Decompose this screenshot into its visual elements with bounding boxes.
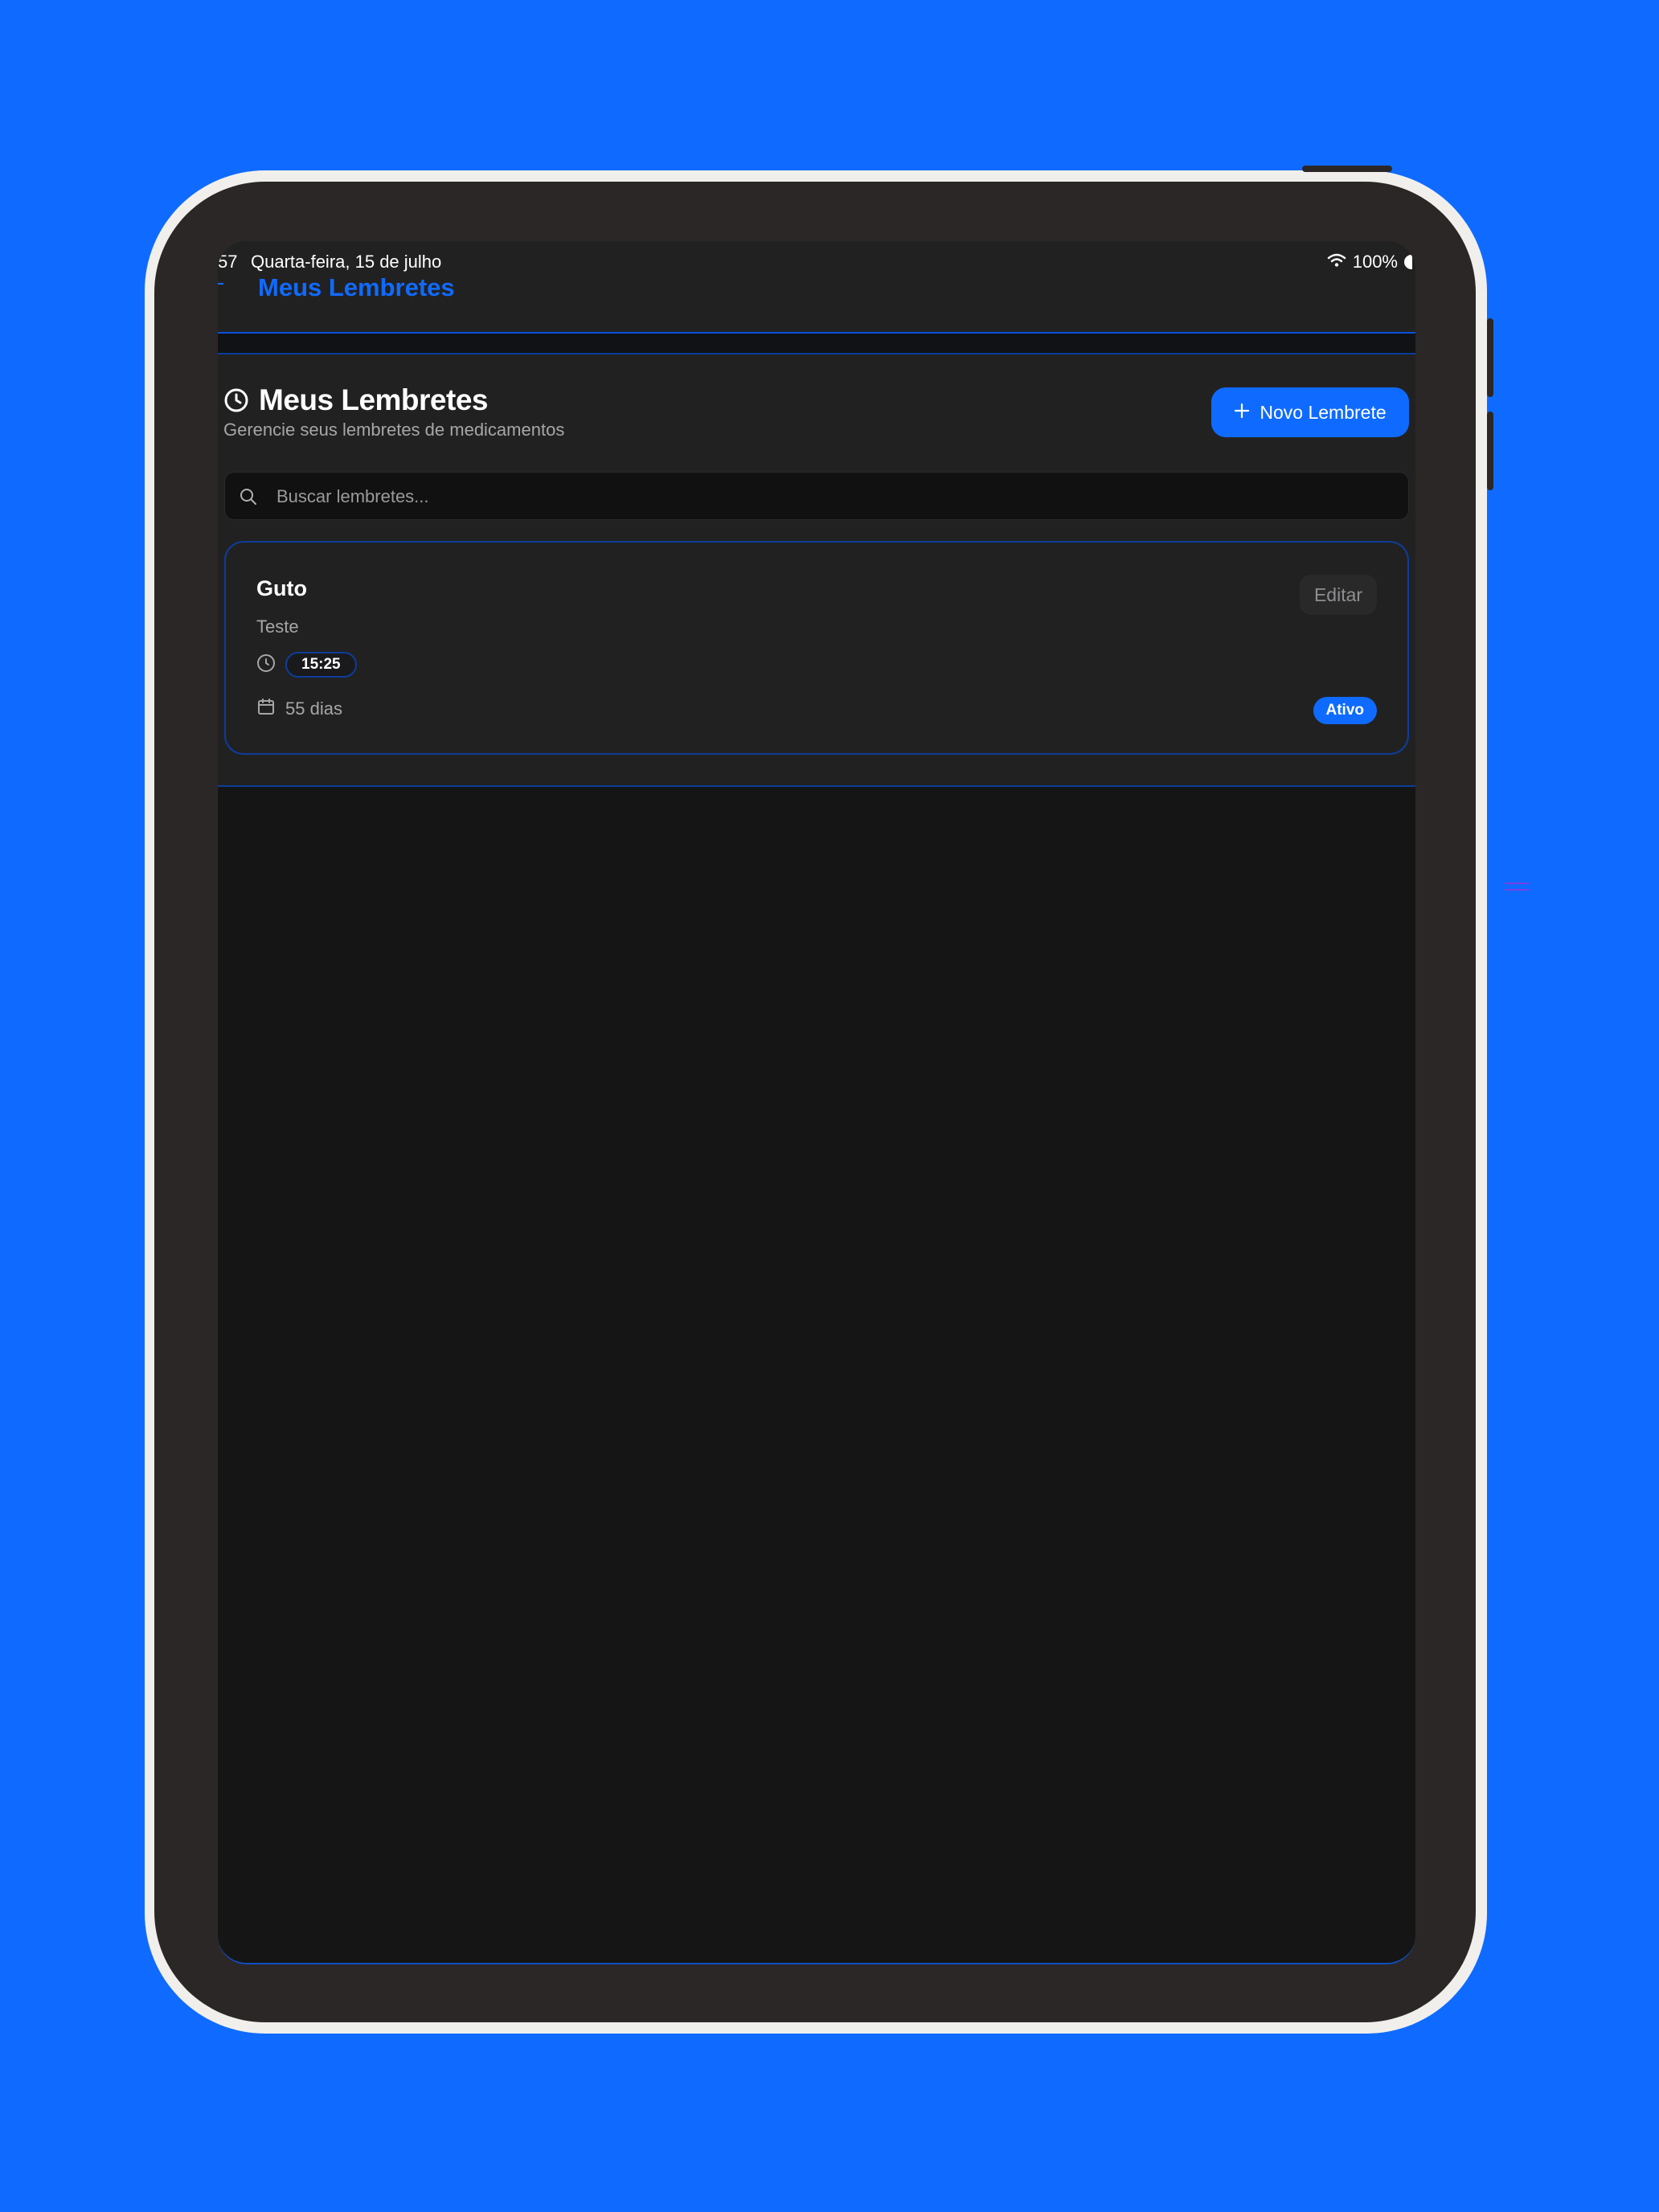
reminder-card[interactable]: Guto Teste Editar 15:25 55 dias Ativo: [224, 541, 1409, 755]
status-indicators: 100%: [1327, 252, 1412, 272]
navigation-bar: 57 Quarta-feira, 15 de julho 100% Meus L…: [218, 241, 1415, 334]
pencil-indicator: [1505, 883, 1529, 891]
search-bar[interactable]: [224, 472, 1409, 521]
reminders-panel: Meus Lembretes Gerencie seus lembretes d…: [218, 354, 1415, 787]
status-badge: Ativo: [1313, 697, 1377, 724]
battery-icon: [1404, 255, 1412, 269]
reminder-time-badge: 15:25: [285, 652, 357, 678]
back-indicator[interactable]: [218, 283, 223, 285]
nav-separator-band: [218, 334, 1415, 354]
clock-icon: [256, 653, 276, 677]
power-button: [1302, 166, 1392, 172]
volume-down-button: [1487, 412, 1493, 490]
calendar-icon: [256, 697, 276, 721]
new-reminder-label: Novo Lembrete: [1260, 401, 1387, 423]
plus-icon: [1234, 402, 1250, 424]
app-screen: 57 Quarta-feira, 15 de julho 100% Meus L…: [218, 241, 1415, 1964]
reminder-description: Teste: [256, 616, 299, 637]
wifi-icon: [1327, 252, 1346, 272]
new-reminder-button[interactable]: Novo Lembrete: [1211, 387, 1409, 437]
reminder-duration: 55 dias: [285, 698, 342, 719]
edit-button[interactable]: Editar: [1300, 575, 1377, 615]
status-date: Quarta-feira, 15 de julho: [251, 252, 442, 272]
nav-title: Meus Lembretes: [258, 273, 455, 301]
volume-up-button: [1487, 318, 1493, 397]
page-heading: Meus Lembretes: [223, 383, 489, 417]
page-title: Meus Lembretes: [259, 383, 489, 416]
status-time: 57: [218, 252, 238, 272]
clock-icon: [223, 387, 249, 413]
reminder-title: Guto: [256, 576, 307, 600]
page-subtitle: Gerencie seus lembretes de medicamentos: [223, 420, 565, 440]
search-input[interactable]: [275, 473, 1395, 521]
reminder-duration-row: 55 dias: [256, 697, 342, 721]
reminder-time-row: 15:25: [256, 652, 357, 678]
battery-percentage: 100%: [1352, 252, 1398, 272]
